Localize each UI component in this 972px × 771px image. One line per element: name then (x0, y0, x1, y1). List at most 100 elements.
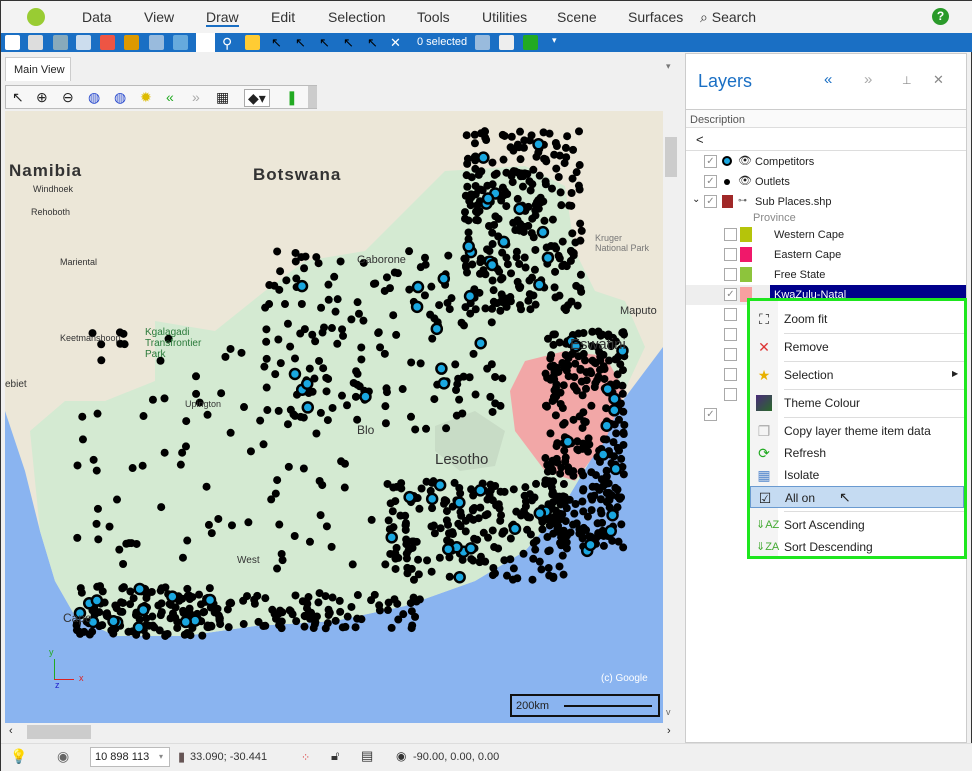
menu-item-theme-colour[interactable]: Theme Colour (750, 392, 964, 414)
theme-row-eastern-cape[interactable]: Eastern Cape (686, 245, 966, 265)
menu-data[interactable]: Data (82, 9, 112, 25)
menu-selection[interactable]: Selection (328, 9, 386, 25)
menu-item-selection[interactable]: ★ Selection ▶ (750, 364, 964, 386)
toolbar-overflow-icon[interactable]: ▾ (552, 35, 567, 50)
expand-right-icon[interactable]: » (864, 71, 872, 88)
expand-chevron-icon[interactable]: ⌄ (692, 194, 700, 205)
menu-scene[interactable]: Scene (557, 9, 597, 25)
search-button[interactable]: ⌕ Search (700, 9, 756, 26)
theme-row-western-cape[interactable]: Western Cape (686, 225, 966, 245)
select-polygon-icon[interactable]: ↖ (295, 35, 310, 50)
theme-checkbox[interactable] (724, 248, 737, 261)
theme-checkbox[interactable]: ✓ (724, 288, 737, 301)
theme-palette-icon[interactable]: ◆▾ (244, 89, 270, 107)
menu-surfaces[interactable]: Surfaces (628, 9, 683, 25)
previous-view-icon[interactable]: « (166, 89, 174, 105)
layer-row-outlets[interactable]: ✓ 👁︎ Outlets (686, 172, 966, 192)
theme-checkbox[interactable] (724, 268, 737, 281)
menu-item-remove[interactable]: ✕ Remove (750, 336, 964, 358)
visibility-eye-icon[interactable]: 👁︎ (738, 174, 752, 187)
layer-checkbox[interactable]: ✓ (704, 175, 717, 188)
map-vertical-scrollbar[interactable]: v (663, 111, 679, 723)
layer-checkbox[interactable]: ✓ (704, 195, 717, 208)
lightbulb-icon[interactable]: 💡 (10, 748, 27, 765)
layer-row-competitors[interactable]: ✓ 👁︎ Competitors (686, 152, 966, 172)
scroll-down-icon[interactable]: v (666, 707, 671, 717)
layers-icon[interactable] (76, 35, 91, 50)
table-icon[interactable] (499, 35, 514, 50)
menu-item-isolate[interactable]: ▦ Isolate (750, 464, 964, 486)
clear-selection-icon[interactable]: ✕ (390, 35, 405, 50)
google-maps-icon[interactable] (100, 35, 115, 50)
scroll-right-icon[interactable]: › (667, 725, 671, 737)
report-icon[interactable] (28, 35, 43, 50)
menu-item-refresh[interactable]: ⟳ Refresh (750, 442, 964, 464)
label-icon[interactable] (245, 35, 260, 50)
map-horizontal-scrollbar[interactable]: ‹ › (5, 723, 679, 741)
zoom-to-selection-icon[interactable] (475, 35, 490, 50)
zoom-out-icon[interactable]: ⊖ (62, 89, 74, 105)
menu-tools[interactable]: Tools (417, 9, 450, 25)
map-view[interactable]: Namibia Windhoek Rehoboth Mariental Keet… (5, 111, 663, 723)
scale-dropdown[interactable]: 10 898 113 ▾ (90, 747, 170, 767)
settings-gear-icon[interactable]: ✹ (140, 89, 152, 105)
app-logo-icon[interactable] (27, 8, 45, 26)
theme-checkbox[interactable] (724, 328, 737, 341)
pin-panel-icon[interactable]: ⊥ (902, 74, 912, 87)
menu-item-all-on[interactable]: ☑ All on ↖ (750, 486, 964, 508)
menu-item-sort-descending[interactable]: ⇓ZA Sort Descending (750, 536, 964, 558)
scroll-left-icon[interactable]: ‹ (9, 725, 13, 737)
layer-row-sub-places[interactable]: ⌄ ✓ ⊶ Sub Places.shp (686, 192, 966, 212)
theme-checkbox[interactable] (724, 388, 737, 401)
help-icon[interactable]: ? (932, 8, 949, 25)
measure-icon[interactable] (149, 35, 164, 50)
layer-checkbox[interactable]: ✓ (704, 155, 717, 168)
visibility-eye-icon[interactable]: 👁︎ (738, 154, 752, 167)
select-radius-icon[interactable]: ↖ (319, 35, 334, 50)
menu-draw[interactable]: Draw (206, 9, 239, 27)
unlock-icon[interactable]: 🔓︎ (331, 748, 339, 764)
collapse-left-icon[interactable]: « (824, 71, 832, 88)
tab-dropdown-icon[interactable]: ▾ (666, 61, 671, 72)
description-header[interactable]: Description (686, 109, 966, 128)
next-view-icon[interactable]: » (192, 89, 200, 105)
theme-row-free-state[interactable]: Free State (686, 265, 966, 285)
eye-icon[interactable]: ◉ (396, 749, 406, 763)
select-rectangle-icon[interactable]: ↖ (343, 35, 358, 50)
excel-icon[interactable] (523, 35, 538, 50)
frame-icon[interactable] (124, 35, 139, 50)
bookmark-icon[interactable]: ❚ (286, 89, 298, 105)
vertical-scroll-thumb[interactable] (665, 137, 677, 177)
menu-edit[interactable]: Edit (271, 9, 295, 25)
toolbar-grip[interactable] (308, 86, 317, 108)
globe-grid-icon[interactable] (53, 35, 68, 50)
select-arrow-icon[interactable]: ↖ (271, 35, 286, 50)
theme-checkbox[interactable] (724, 308, 737, 321)
new-file-icon[interactable] (5, 35, 20, 50)
zoom-in-icon[interactable]: ⊕ (36, 89, 48, 105)
globe-icon[interactable] (196, 33, 215, 52)
menu-item-copy-layer-theme-item-data[interactable]: ❐ Copy layer theme item data (750, 420, 964, 442)
grid-icon[interactable]: ▦ (216, 89, 229, 105)
theme-checkbox[interactable] (724, 228, 737, 241)
layer-checkbox[interactable]: ✓ (704, 408, 717, 421)
select-line-icon[interactable]: ↖ (367, 35, 382, 50)
notes-icon[interactable]: ▤ (361, 748, 373, 764)
globe-full-icon[interactable]: ◍ (88, 89, 100, 105)
pin-icon[interactable]: ⚲ (222, 35, 237, 51)
menu-utilities[interactable]: Utilities (482, 9, 527, 25)
theme-checkbox[interactable] (724, 348, 737, 361)
snap-points-icon[interactable]: ⁘ (301, 751, 310, 764)
lasso-icon[interactable] (173, 35, 188, 50)
back-button[interactable]: < (696, 132, 704, 147)
pointer-icon[interactable]: ↖ (12, 89, 24, 105)
horizontal-scroll-thumb[interactable] (27, 725, 91, 739)
tab-main-view[interactable]: Main View (5, 57, 71, 81)
close-panel-icon[interactable]: ✕ (933, 72, 944, 88)
menu-item-sort-ascending[interactable]: ⇓AZ Sort Ascending (750, 514, 964, 536)
pinecone-icon[interactable]: ◉ (57, 748, 69, 765)
menu-item-zoom-fit[interactable]: ⛶ Zoom fit (750, 308, 964, 330)
theme-checkbox[interactable] (724, 368, 737, 381)
menu-view[interactable]: View (144, 9, 174, 25)
globe-zoom-icon[interactable]: ◍ (114, 89, 126, 105)
